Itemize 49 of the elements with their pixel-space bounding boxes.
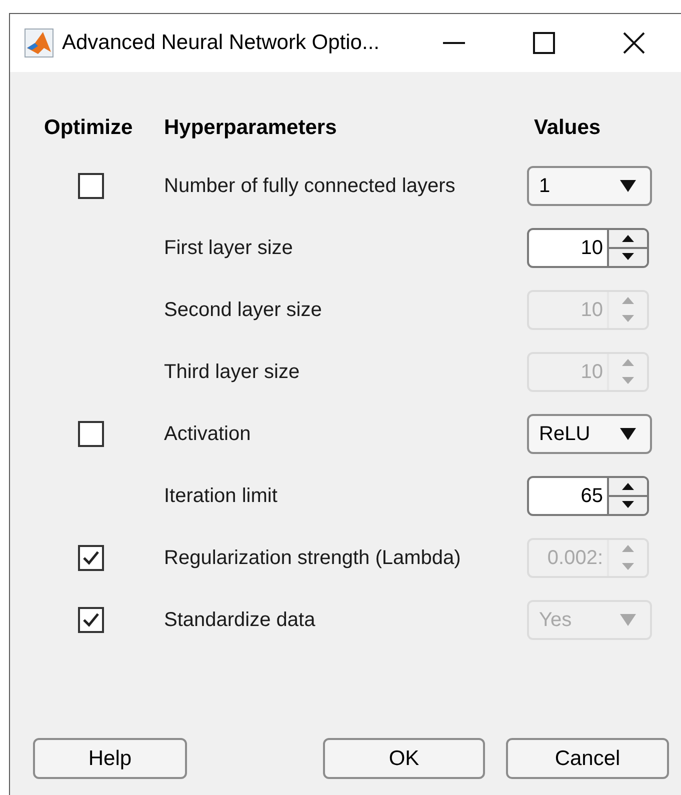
parameter-label: Iteration limit [164, 484, 278, 508]
parameter-label: Second layer size [164, 298, 323, 322]
down-arrow-icon [621, 315, 635, 323]
number-spinner[interactable]: 10 [527, 228, 649, 268]
number-spinner[interactable]: 65 [527, 476, 649, 516]
parameter-label: Number of fully connected layers [164, 174, 456, 198]
up-arrow-icon [621, 544, 635, 552]
up-arrow-icon [621, 234, 635, 242]
spinner-value: 65 [580, 484, 603, 508]
up-arrow-icon [621, 482, 635, 490]
parameter-label: Third layer size [164, 360, 301, 384]
down-arrow-icon [621, 501, 635, 509]
caret-icon [620, 428, 636, 440]
cancel-button[interactable]: Cancel [506, 738, 669, 779]
checkmark-icon [82, 612, 100, 628]
window-title: Advanced Neural Network Optio... [62, 30, 380, 56]
column-header: Hyperparameters [164, 115, 338, 141]
checkbox[interactable] [78, 172, 104, 198]
maximize-icon [533, 32, 556, 54]
down-arrow-icon [621, 377, 635, 385]
caret-icon [620, 614, 636, 626]
spinner-value: 0.002: [547, 546, 603, 570]
spinner-arrows[interactable] [607, 230, 647, 266]
ok-button[interactable]: OK [323, 738, 485, 779]
help-button[interactable]: Help [33, 738, 187, 779]
dropdown[interactable]: 1 [527, 166, 652, 206]
up-arrow-icon [621, 358, 635, 366]
down-arrow-icon [621, 253, 635, 261]
app-logo-icon [24, 28, 54, 58]
close-icon [623, 32, 646, 54]
caret-icon [620, 180, 636, 192]
dropdown[interactable]: ReLU [527, 414, 652, 454]
spinner-arrows[interactable] [607, 478, 647, 514]
checkbox[interactable] [78, 420, 104, 446]
spinner-value: 10 [580, 236, 603, 260]
column-header: Optimize [43, 115, 134, 141]
parameter-label: Regularization strength (Lambda) [164, 546, 462, 570]
minimize-icon [443, 42, 466, 44]
column-header: Values [534, 115, 602, 141]
up-arrow-icon [621, 296, 635, 304]
parameter-label: Activation [164, 422, 252, 446]
down-arrow-icon [621, 563, 635, 571]
spinner-value: 10 [580, 360, 603, 384]
parameter-label: First layer size [164, 236, 294, 260]
checkbox[interactable] [78, 544, 104, 570]
checkbox[interactable] [78, 606, 104, 632]
parameter-label: Standardize data [164, 608, 316, 632]
spinner-value: 10 [580, 298, 603, 322]
checkmark-icon [82, 550, 100, 566]
